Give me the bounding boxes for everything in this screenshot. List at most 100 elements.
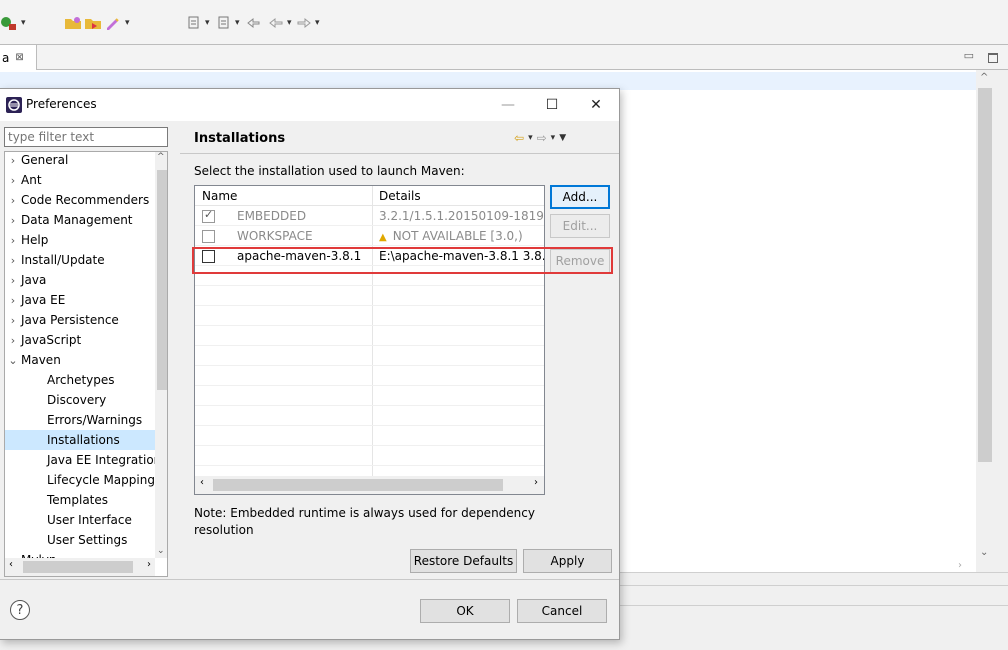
expand-arrow-icon[interactable]: › <box>5 231 21 251</box>
expand-arrow-icon[interactable]: › <box>5 171 21 191</box>
tree-item-general[interactable]: › General <box>5 152 155 171</box>
installation-checkbox[interactable] <box>202 208 215 223</box>
prev-annotation-button[interactable]: ▾ <box>216 14 240 32</box>
forward-arrow-icon[interactable]: ⇨ <box>537 131 547 145</box>
close-icon[interactable]: ⊠ <box>15 52 23 63</box>
column-header-details[interactable]: Details <box>379 189 421 203</box>
last-edit-button[interactable] <box>246 14 262 32</box>
back-arrow-icon[interactable]: ⇦ <box>514 131 524 145</box>
table-row <box>195 406 544 426</box>
back-button[interactable]: ▾ <box>268 14 292 32</box>
expand-arrow-icon[interactable]: › <box>5 211 21 231</box>
window-minimize-button[interactable]: — <box>488 93 528 117</box>
expand-arrow-icon[interactable]: ⌄ <box>5 351 21 371</box>
view-menu-icon[interactable]: ▼ <box>559 133 566 143</box>
tree-horizontal-scrollbar[interactable]: ‹ › <box>5 558 155 576</box>
tree-item-java-ee-integration[interactable]: Java EE Integration <box>5 450 161 470</box>
cancel-button[interactable]: Cancel <box>517 599 607 623</box>
tree-item-discovery[interactable]: Discovery <box>5 390 155 410</box>
chevron-down-icon[interactable]: ⌄ <box>157 546 165 556</box>
table-row <box>195 326 544 346</box>
table-row[interactable]: WORKSPACE ▲ NOT AVAILABLE [3.0,) <box>195 226 544 246</box>
expand-arrow-icon[interactable]: › <box>5 291 21 311</box>
tree-item-archetypes[interactable]: Archetypes <box>5 370 155 390</box>
next-annotation-button[interactable]: ▾ <box>186 14 210 32</box>
dialog-title: Preferences <box>26 97 97 111</box>
warning-icon: ▲ <box>379 232 387 243</box>
tree-item-code-recommenders[interactable]: › Code Recommenders <box>5 190 155 210</box>
tree-item-label: Help <box>21 233 49 247</box>
expand-arrow-icon[interactable]: › <box>5 271 21 291</box>
scroll-right-icon[interactable]: › <box>958 560 962 571</box>
tree-item-java[interactable]: › Java <box>5 270 155 290</box>
expand-arrow-icon[interactable]: › <box>5 331 21 351</box>
tree-item-javascript[interactable]: › JavaScript <box>5 330 155 350</box>
maximize-view-icon[interactable] <box>988 53 998 63</box>
window-maximize-button[interactable]: ☐ <box>532 93 572 117</box>
minimize-view-icon[interactable]: ▭ <box>964 49 974 62</box>
installation-checkbox[interactable] <box>202 230 215 243</box>
tree-item-user-settings[interactable]: User Settings <box>5 530 155 550</box>
expand-arrow-icon[interactable]: › <box>5 251 21 271</box>
tree-item-label: JavaScript <box>21 333 82 347</box>
installations-table[interactable]: Name Details EMBEDDED 3.2.1/1.5.1.2015010… <box>194 185 545 495</box>
scroll-thumb[interactable] <box>23 561 133 573</box>
installation-details: 3.2.1/1.5.1.20150109-1819 <box>379 209 544 223</box>
scroll-down-icon[interactable]: ⌄ <box>980 547 988 558</box>
tree-item-java-persistence[interactable]: › Java Persistence <box>5 310 155 330</box>
scroll-up-icon[interactable]: ^ <box>980 72 988 83</box>
restore-defaults-button[interactable]: Restore Defaults <box>410 549 517 573</box>
table-header: Name Details <box>195 186 544 206</box>
tree-item-java-ee[interactable]: › Java EE <box>5 290 155 310</box>
tree-item-install-update[interactable]: › Install/Update <box>5 250 155 270</box>
open-project-button[interactable] <box>84 14 102 32</box>
chevron-up-icon[interactable]: ^ <box>157 152 165 162</box>
table-horizontal-scrollbar[interactable]: ‹ › <box>195 476 544 494</box>
window-close-button[interactable]: ✕ <box>576 93 616 117</box>
tree-item-templates[interactable]: Templates <box>5 490 155 510</box>
tree-item-ant[interactable]: › Ant <box>5 170 155 190</box>
chevron-down-icon[interactable]: ▾ <box>528 133 533 143</box>
table-row[interactable]: EMBEDDED 3.2.1/1.5.1.20150109-1819 <box>195 206 544 226</box>
forward-button[interactable]: ▾ <box>296 14 320 32</box>
tree-item-label: Lifecycle Mappings <box>47 473 162 487</box>
chevron-down-icon[interactable]: ▾ <box>551 133 556 143</box>
edit-button[interactable]: Edit... <box>550 214 610 238</box>
tree-item-label: Errors/Warnings <box>47 413 143 427</box>
tree-item-lifecycle-mappings[interactable]: Lifecycle Mappings <box>5 470 161 490</box>
tree-item-installations[interactable]: Installations <box>5 430 155 450</box>
tree-item-help[interactable]: › Help <box>5 230 155 250</box>
preferences-tree[interactable]: › General › Ant › Code Recommenders › Data Mana… <box>4 151 168 577</box>
run-button[interactable]: ▾ <box>0 14 26 32</box>
scroll-right-icon[interactable]: › <box>534 477 538 488</box>
dialog-titlebar[interactable]: Preferences — ☐ ✕ <box>0 89 619 121</box>
divider <box>0 579 619 580</box>
expand-arrow-icon[interactable]: › <box>5 191 21 211</box>
run-icon <box>1 17 16 30</box>
expand-arrow-icon[interactable]: › <box>5 311 21 331</box>
open-folder-button[interactable] <box>64 14 82 32</box>
scroll-right-icon[interactable]: › <box>147 559 151 570</box>
tree-item-errors-warnings[interactable]: Errors/Warnings <box>5 410 155 430</box>
highlight-annotation <box>192 247 613 274</box>
column-header-name[interactable]: Name <box>202 189 237 203</box>
edit-tool-button[interactable]: ▾ <box>104 14 130 32</box>
tree-item-data-management[interactable]: › Data Management <box>5 210 155 230</box>
scroll-thumb[interactable] <box>213 479 503 491</box>
help-icon[interactable]: ? <box>10 600 30 620</box>
scroll-thumb[interactable] <box>157 170 167 390</box>
ok-button[interactable]: OK <box>420 599 510 623</box>
tree-item-user-interface[interactable]: User Interface <box>5 510 155 530</box>
filter-input[interactable] <box>4 127 168 147</box>
editor-tab[interactable]: a ⊠ <box>0 44 37 70</box>
expand-arrow-icon[interactable]: › <box>5 152 21 171</box>
scroll-left-icon[interactable]: ‹ <box>9 559 13 570</box>
apply-button[interactable]: Apply <box>523 549 612 573</box>
tree-item-label: Installations <box>47 433 120 447</box>
tree-item-maven[interactable]: ⌄ Maven <box>5 350 155 370</box>
scroll-left-icon[interactable]: ‹ <box>200 477 204 488</box>
editor-vertical-scrollbar[interactable]: ^ ⌄ <box>976 70 994 572</box>
scroll-thumb[interactable] <box>978 88 992 462</box>
add-button[interactable]: Add... <box>550 185 610 209</box>
tree-vertical-scrollbar[interactable]: ^ ⌄ <box>155 152 167 558</box>
